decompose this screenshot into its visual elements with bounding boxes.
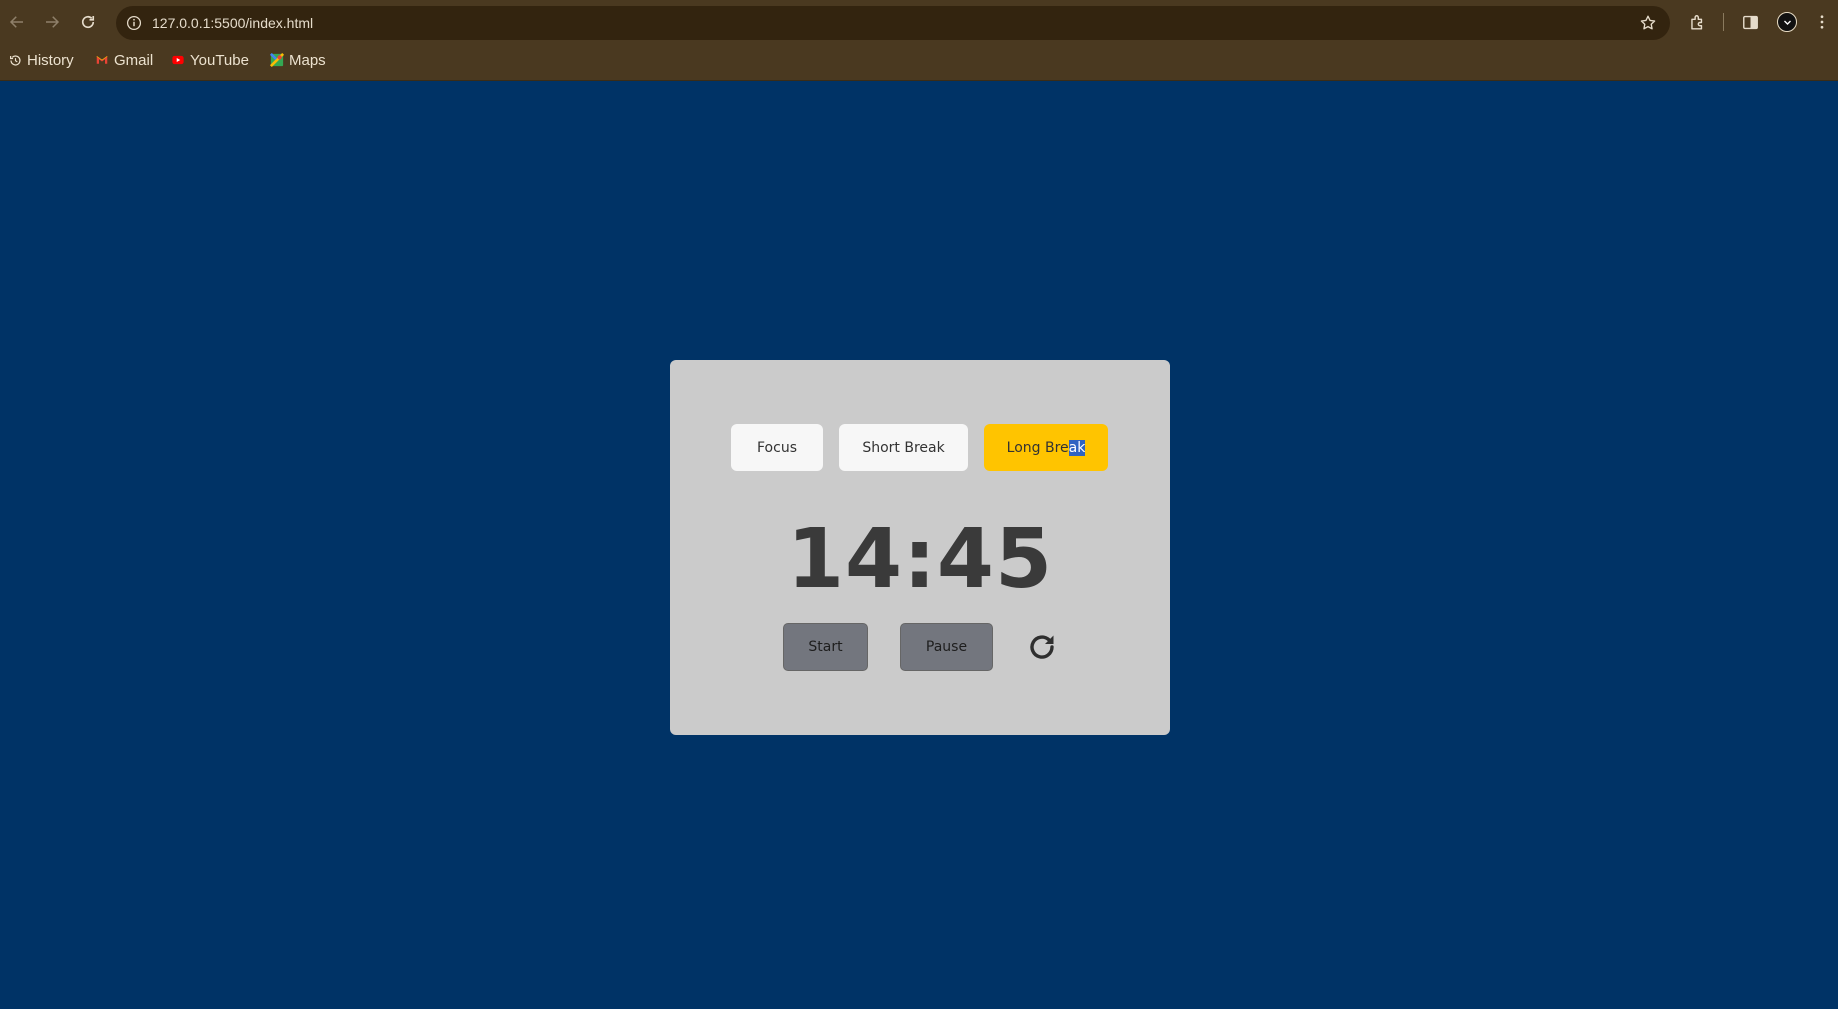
gmail-icon	[95, 53, 109, 67]
bookmark-label: YouTube	[190, 51, 249, 69]
profile-avatar[interactable]	[1777, 12, 1797, 32]
bookmark-label: History	[27, 51, 74, 69]
bookmark-label: Gmail	[114, 51, 154, 69]
extensions-icon[interactable]	[1686, 11, 1708, 33]
bookmark-gmail[interactable]: Gmail	[95, 50, 153, 70]
pause-button[interactable]: Pause	[900, 623, 993, 671]
start-label: Start	[808, 639, 843, 655]
arrow-left-icon	[9, 16, 23, 28]
more-menu-icon[interactable]	[1811, 11, 1833, 33]
browser-chrome: 127.0.0.1:5500/index.html History Gmail …	[0, 0, 1838, 81]
toolbar-divider	[1723, 13, 1724, 31]
mode-label-unselected: Long Bre	[1006, 439, 1069, 456]
youtube-icon	[171, 53, 185, 67]
long-break-mode-button[interactable]: Long Break	[984, 424, 1108, 471]
bookmark-history[interactable]: History	[8, 50, 74, 70]
maps-icon	[270, 53, 284, 67]
site-info-icon[interactable]	[125, 14, 143, 32]
arrow-right-icon	[46, 16, 60, 28]
bookmark-youtube[interactable]: YouTube	[171, 50, 249, 70]
timer-display: 14:45	[786, 512, 1053, 607]
bookmark-maps[interactable]: Maps	[270, 50, 326, 70]
focus-mode-button[interactable]: Focus	[731, 424, 823, 471]
mode-label: Long Break	[1006, 439, 1086, 456]
text-selection-highlight: ak	[1068, 439, 1086, 456]
chevron-down-icon	[1783, 20, 1791, 25]
address-bar[interactable]: 127.0.0.1:5500/index.html	[116, 6, 1670, 40]
pause-label: Pause	[925, 639, 968, 655]
bookmark-star-icon[interactable]	[1638, 13, 1658, 33]
reset-icon[interactable]	[1025, 630, 1059, 664]
start-button[interactable]: Start	[783, 623, 868, 671]
mode-label: Short Break	[862, 439, 945, 456]
mode-label: Focus	[757, 439, 797, 456]
short-break-mode-button[interactable]: Short Break	[839, 424, 968, 471]
back-button[interactable]	[3, 8, 31, 36]
browser-toolbar: 127.0.0.1:5500/index.html	[0, 0, 1838, 45]
url-text[interactable]: 127.0.0.1:5500/index.html	[152, 14, 313, 32]
forward-button[interactable]	[38, 8, 66, 36]
bookmarks-bar: History Gmail YouTube Maps	[0, 47, 1838, 73]
reload-button[interactable]	[74, 8, 102, 36]
reload-icon	[81, 15, 95, 29]
timer-card: Focus Short Break Long Break 14:45 Start…	[670, 360, 1170, 735]
history-icon	[8, 53, 22, 67]
bookmark-label: Maps	[289, 51, 326, 69]
side-panel-icon[interactable]	[1739, 11, 1761, 33]
